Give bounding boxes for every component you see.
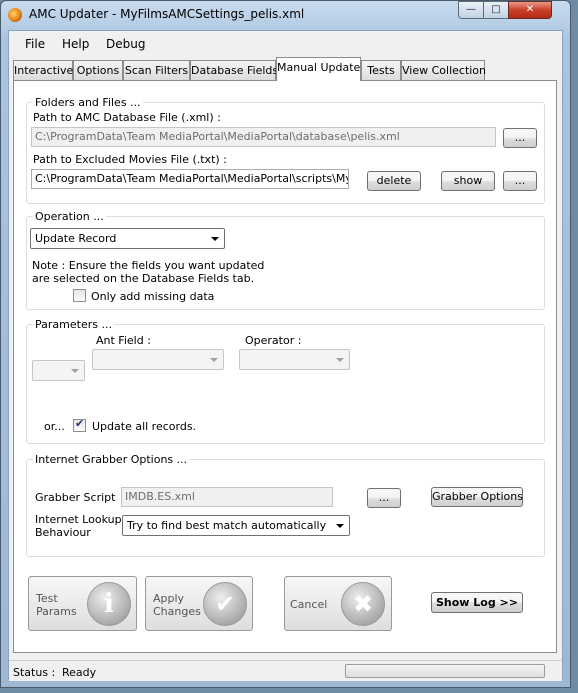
progress-bar bbox=[345, 664, 545, 678]
maximize-button[interactable]: □ bbox=[483, 1, 509, 19]
grabber-script-field[interactable]: IMDB.ES.xml bbox=[121, 487, 333, 507]
db-path-field[interactable]: C:\ProgramData\Team MediaPortal\MediaPor… bbox=[31, 127, 496, 147]
cancel-button[interactable]: Cancel ✖ bbox=[284, 576, 392, 631]
grabber-browse-button[interactable]: ... bbox=[367, 488, 401, 508]
ant-field-select[interactable] bbox=[92, 349, 224, 370]
only-missing-label: Only add missing data bbox=[91, 290, 215, 303]
update-all-label: Update all records. bbox=[92, 420, 197, 433]
db-browse-button[interactable]: ... bbox=[503, 128, 537, 148]
chevron-down-icon bbox=[210, 358, 218, 362]
menu-debug[interactable]: Debug bbox=[106, 37, 145, 51]
tab-interactive[interactable]: Interactive bbox=[13, 60, 73, 80]
show-log-button[interactable]: Show Log >> bbox=[431, 592, 523, 613]
excluded-path-field[interactable]: C:\ProgramData\Team MediaPortal\MediaPor… bbox=[31, 169, 349, 189]
operator-select[interactable] bbox=[239, 349, 350, 370]
db-path-label: Path to AMC Database File (.xml) : bbox=[33, 111, 221, 124]
grabber-group-title: Internet Grabber Options ... bbox=[33, 453, 190, 466]
operation-select-value: Update Record bbox=[35, 232, 117, 245]
test-params-line1: Test bbox=[36, 592, 58, 605]
close-button[interactable]: ✕ bbox=[508, 1, 552, 19]
parameters-group-title: Parameters ... bbox=[33, 318, 114, 331]
tab-view-collection[interactable]: View Collection bbox=[401, 60, 486, 80]
tab-database-fields[interactable]: Database Fields bbox=[190, 60, 278, 80]
apply-changes-line1: Apply bbox=[153, 592, 185, 605]
tab-scan-filters[interactable]: Scan Filters bbox=[123, 60, 190, 80]
ant-field-label: Ant Field : bbox=[96, 334, 151, 347]
menu-file[interactable]: File bbox=[25, 37, 45, 51]
grabber-script-label: Grabber Script bbox=[35, 491, 116, 504]
chevron-down-icon bbox=[71, 369, 79, 373]
status-label: Status : bbox=[13, 666, 56, 679]
grabber-options-button[interactable]: Grabber Options bbox=[431, 487, 523, 507]
only-missing-checkbox[interactable] bbox=[73, 289, 86, 302]
app-icon bbox=[8, 8, 22, 22]
close-icon: ✖ bbox=[341, 582, 385, 626]
cancel-label: Cancel bbox=[290, 598, 328, 611]
folders-group-title: Folders and Files ... bbox=[33, 96, 143, 109]
minimize-button[interactable]: — bbox=[458, 1, 484, 19]
apply-changes-button[interactable]: Apply Changes ✔ bbox=[145, 576, 253, 631]
chevron-down-icon bbox=[336, 358, 344, 362]
title-bar[interactable]: AMC Updater - MyFilmsAMCSettings_pelis.x… bbox=[0, 0, 571, 30]
menu-bar: File Help Debug bbox=[9, 31, 562, 55]
checkmark-icon: ✔ bbox=[75, 417, 85, 430]
info-icon: i bbox=[87, 582, 131, 626]
test-params-line2: Params bbox=[36, 605, 77, 618]
lookup-label-line2: Behaviour bbox=[35, 526, 91, 539]
delete-button[interactable]: delete bbox=[367, 171, 421, 191]
show-button[interactable]: show bbox=[441, 171, 495, 191]
tab-manual-update[interactable]: Manual Update bbox=[276, 57, 361, 81]
checkmark-icon: ✔ bbox=[203, 582, 247, 626]
operation-note-line1: Note : Ensure the fields you want update… bbox=[32, 259, 265, 272]
lookup-behaviour-select[interactable]: Try to find best match automatically bbox=[122, 515, 350, 536]
excluded-path-label: Path to Excluded Movies File (.txt) : bbox=[33, 153, 227, 166]
lookup-label-line1: Internet Lookup bbox=[35, 513, 122, 526]
window-title: AMC Updater - MyFilmsAMCSettings_pelis.x… bbox=[29, 7, 305, 21]
menu-help[interactable]: Help bbox=[62, 37, 89, 51]
operation-note-line2: are selected on the Database Fields tab. bbox=[32, 272, 255, 285]
logic-select[interactable] bbox=[32, 360, 85, 381]
apply-changes-line2: Changes bbox=[153, 605, 201, 618]
status-value: Ready bbox=[62, 666, 97, 679]
grabber-group: Internet Grabber Options ... bbox=[26, 453, 545, 557]
test-params-button[interactable]: Test Params i bbox=[28, 576, 137, 631]
chevron-down-icon bbox=[336, 524, 344, 528]
or-label: or... bbox=[44, 420, 65, 433]
tab-options[interactable]: Options bbox=[73, 60, 123, 80]
operator-label: Operator : bbox=[245, 334, 302, 347]
tab-tests[interactable]: Tests bbox=[361, 60, 401, 80]
excluded-browse-button[interactable]: ... bbox=[503, 171, 537, 191]
operation-select[interactable]: Update Record bbox=[30, 228, 225, 249]
update-all-checkbox[interactable]: ✔ bbox=[73, 417, 86, 432]
chevron-down-icon bbox=[211, 237, 219, 241]
lookup-behaviour-value: Try to find best match automatically bbox=[127, 519, 327, 532]
operation-group-title: Operation ... bbox=[33, 210, 106, 223]
status-bar: Status : Ready bbox=[9, 660, 562, 681]
